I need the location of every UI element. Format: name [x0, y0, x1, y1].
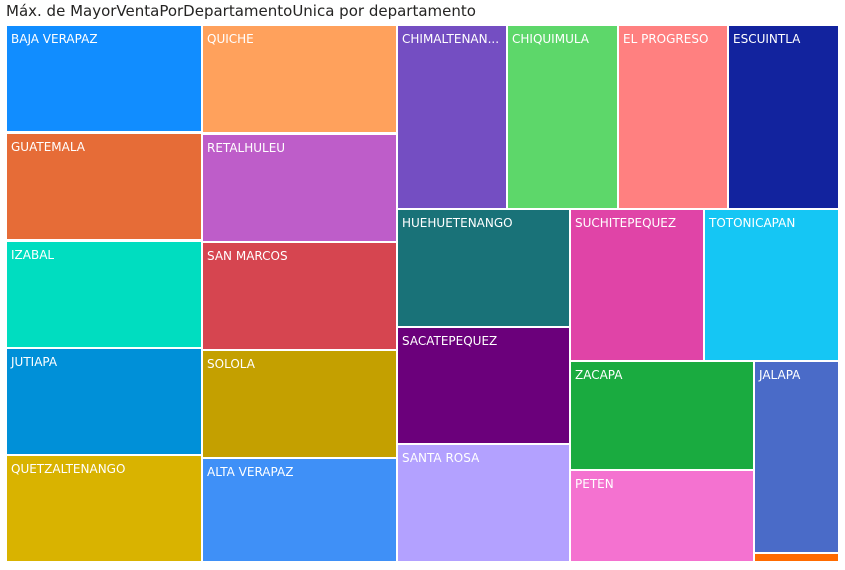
- treemap-cell-guatemala[interactable]: GUATEMALA: [5, 132, 203, 241]
- treemap-cell-sacatepequez[interactable]: SACATEPEQUEZ: [396, 326, 571, 445]
- treemap-cell-label: SACATEPEQUEZ: [402, 334, 497, 348]
- treemap-cell-suchitepequez[interactable]: SUCHITEPEQUEZ: [569, 208, 705, 362]
- treemap-cell-quetzaltenango[interactable]: QUETZALTENANGO: [5, 454, 203, 563]
- treemap-cell-label: QUETZALTENANGO: [11, 462, 125, 476]
- treemap-cell-santa-rosa[interactable]: SANTA ROSA: [396, 443, 571, 563]
- treemap-cell-label: HUEHUETENANGO: [402, 216, 513, 230]
- treemap-cell-retalhuleu[interactable]: RETALHULEU: [201, 133, 398, 243]
- treemap-cell-zacapa[interactable]: ZACAPA: [569, 360, 755, 471]
- treemap-cell-label: IZABAL: [11, 248, 54, 262]
- treemap-cell-quiche[interactable]: QUICHE: [201, 24, 398, 134]
- treemap-cell-izabal[interactable]: IZABAL: [5, 240, 203, 349]
- treemap-cell-rect[interactable]: [753, 552, 840, 563]
- treemap-cell-baja-verapaz[interactable]: BAJA VERAPAZ: [5, 24, 203, 133]
- treemap-cell-label: ZACAPA: [575, 368, 623, 382]
- treemap-cell-rect[interactable]: [396, 24, 508, 210]
- treemap-cell-label: ALTA VERAPAZ: [207, 465, 293, 479]
- treemap-cell-label: QUICHE: [207, 32, 254, 46]
- treemap-cell-label: GUATEMALA: [11, 140, 86, 154]
- treemap-cell-label: TOTONICAPAN: [708, 216, 795, 230]
- treemap-cell-chimaltenan[interactable]: CHIMALTENAN...: [396, 24, 508, 210]
- treemap-cell-label: SAN MARCOS: [207, 249, 288, 263]
- treemap-cell-chiquimula[interactable]: CHIQUIMULA: [506, 24, 619, 210]
- treemap-cell-rect[interactable]: [727, 24, 840, 210]
- treemap-cell-label: SOLOLA: [207, 357, 256, 371]
- treemap-cell-label: SANTA ROSA: [402, 451, 480, 465]
- treemap-cell-label: JALAPA: [758, 368, 801, 382]
- treemap-cell-label: BAJA VERAPAZ: [11, 32, 98, 46]
- treemap-cell-unlabeled[interactable]: [753, 552, 840, 563]
- treemap-cell-label: JUTIAPA: [10, 355, 58, 369]
- treemap-cell-peten[interactable]: PETEN: [569, 469, 755, 563]
- treemap-cell-rect[interactable]: [617, 24, 729, 210]
- treemap-cell-label: SUCHITEPEQUEZ: [575, 216, 676, 230]
- treemap-cell-jalapa[interactable]: JALAPA: [753, 360, 840, 554]
- treemap-cell-rect[interactable]: [506, 24, 619, 210]
- treemap-cell-san-marcos[interactable]: SAN MARCOS: [201, 241, 398, 351]
- treemap-cell-el-progreso[interactable]: EL PROGRESO: [617, 24, 729, 210]
- treemap-cell-solola[interactable]: SOLOLA: [201, 349, 398, 459]
- treemap-cell-jutiapa[interactable]: JUTIAPA: [5, 347, 203, 456]
- treemap-cell-rect[interactable]: [703, 208, 840, 362]
- treemap-cell-alta-verapaz[interactable]: ALTA VERAPAZ: [201, 457, 398, 563]
- treemap-cell-rect[interactable]: [569, 208, 705, 362]
- treemap-cell-huehuetenango[interactable]: HUEHUETENANGO: [396, 208, 571, 328]
- treemap-cell-label: CHIQUIMULA: [512, 32, 590, 46]
- treemap-cell-totonicapan[interactable]: TOTONICAPAN: [703, 208, 840, 362]
- treemap-cell-label: EL PROGRESO: [623, 32, 708, 46]
- treemap-cell-label: RETALHULEU: [207, 141, 285, 155]
- treemap-cell-escuintla[interactable]: ESCUINTLA: [727, 24, 840, 210]
- treemap-cell-label: CHIMALTENAN...: [402, 32, 499, 46]
- treemap-chart: BAJA VERAPAZ GUATEMALA IZABAL JUTIAPA QUETZA…: [5, 24, 840, 563]
- treemap-cell-label: ESCUINTLA: [733, 32, 801, 46]
- treemap-cell-label: PETEN: [575, 477, 614, 491]
- treemap-cell-rect[interactable]: [753, 360, 840, 554]
